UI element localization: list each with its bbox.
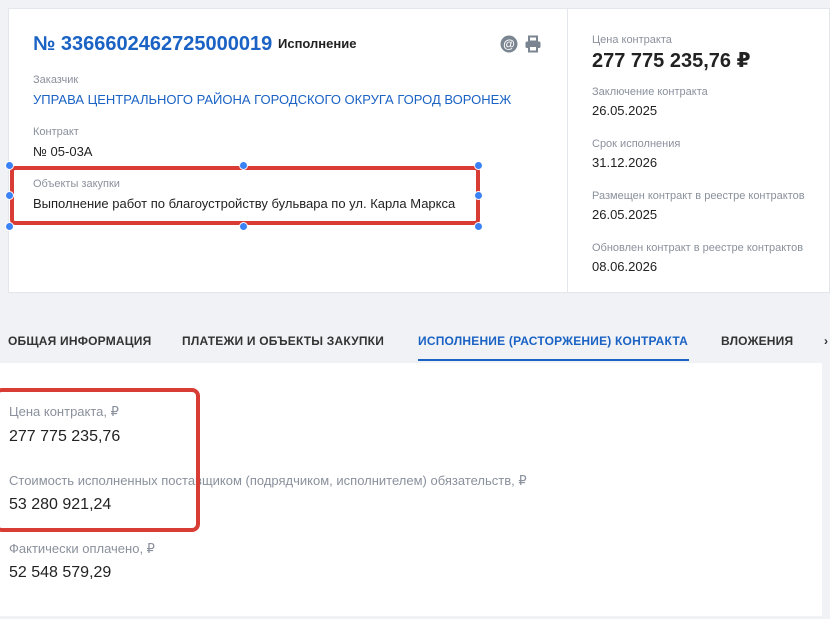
- svg-text:@: @: [503, 37, 515, 51]
- side-price-value: 277 775 235,76 ₽: [592, 50, 751, 72]
- tab-execution[interactable]: ИСПОЛНЕНИЕ (РАСТОРЖЕНИЕ) КОНТРАКТА: [418, 334, 688, 348]
- resize-handle-bottom-right[interactable]: [474, 222, 483, 231]
- paid-value: 52 548 579,29: [9, 564, 112, 581]
- resize-handle-bottom[interactable]: [239, 222, 248, 231]
- customer-label: Заказчик: [33, 74, 79, 86]
- placed-label: Размещен контракт в реестре контрактов: [592, 190, 805, 202]
- active-tab-indicator: [418, 359, 689, 361]
- placed-value: 26.05.2025: [592, 207, 658, 222]
- paid-label: Фактически оплачено, ₽: [9, 541, 155, 556]
- side-price-label: Цена контракта: [592, 34, 672, 46]
- resize-handle-right[interactable]: [474, 191, 483, 200]
- resize-handle-left[interactable]: [5, 191, 14, 200]
- contract-value: № 05-03А: [33, 144, 93, 159]
- card-divider: [567, 8, 568, 293]
- conclusion-value: 26.05.2025: [592, 103, 658, 118]
- updated-label: Обновлен контракт в реестре контрактов: [592, 242, 804, 254]
- tabs-scroll-right-icon[interactable]: ›: [824, 334, 828, 348]
- contract-number-link[interactable]: № 3366602462725000019: [33, 33, 272, 56]
- tab-bar: [0, 293, 830, 363]
- customer-link[interactable]: УПРАВА ЦЕНТРАЛЬНОГО РАЙОНА ГОРОДСКОГО ОК…: [33, 92, 511, 107]
- term-value: 31.12.2026: [592, 155, 658, 170]
- print-icon[interactable]: [524, 35, 542, 58]
- tab-attachments[interactable]: ВЛОЖЕНИЯ: [721, 334, 793, 348]
- resize-handle-top-left[interactable]: [5, 161, 14, 170]
- selection-box: [10, 166, 480, 225]
- updated-value: 08.06.2026: [592, 259, 658, 274]
- resize-handle-bottom-left[interactable]: [5, 222, 14, 231]
- tab-payments-objects[interactable]: ПЛАТЕЖИ И ОБЪЕКТЫ ЗАКУПКИ: [182, 334, 384, 348]
- status-badge: Исполнение: [278, 36, 357, 51]
- resize-handle-top[interactable]: [239, 161, 248, 170]
- highlight-box: [0, 388, 200, 532]
- term-label: Срок исполнения: [592, 138, 681, 150]
- conclusion-label: Заключение контракта: [592, 86, 708, 98]
- resize-handle-top-right[interactable]: [474, 161, 483, 170]
- email-icon[interactable]: @: [500, 35, 518, 58]
- contract-label: Контракт: [33, 126, 79, 138]
- tab-general-info[interactable]: ОБЩАЯ ИНФОРМАЦИЯ: [8, 334, 151, 348]
